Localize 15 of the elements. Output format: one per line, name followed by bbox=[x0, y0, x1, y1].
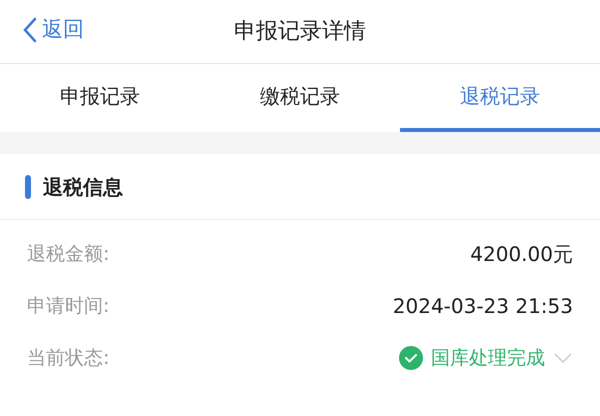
field-value: 4200.00元 bbox=[470, 241, 573, 268]
chevron-left-icon bbox=[22, 16, 38, 44]
section-title: 退税信息 bbox=[43, 174, 123, 200]
chevron-down-icon[interactable] bbox=[553, 352, 573, 364]
section-marker bbox=[25, 174, 31, 198]
tab[interactable]: 申报记录 bbox=[0, 64, 200, 132]
page-title: 申报记录详情 bbox=[234, 18, 366, 46]
field-label: 当前状态: bbox=[27, 346, 110, 371]
check-circle-icon bbox=[399, 346, 423, 370]
back-button[interactable]: 返回 bbox=[22, 14, 84, 46]
status-text: 国库处理完成 bbox=[431, 346, 545, 371]
field-value: 2024-03-23 21:53 bbox=[392, 293, 573, 320]
field-label: 申请时间: bbox=[27, 294, 110, 319]
tab[interactable]: 缴税记录 bbox=[200, 64, 400, 132]
field-label: 退税金额: bbox=[27, 242, 110, 267]
